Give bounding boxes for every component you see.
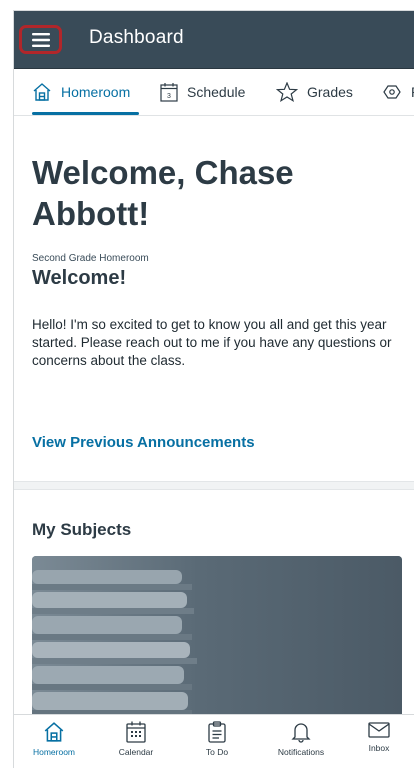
nav-todo[interactable]: To Do — [182, 721, 252, 757]
nav-notifications[interactable]: Notifications — [266, 721, 336, 757]
active-tab-indicator — [32, 112, 139, 115]
hamburger-menu-button[interactable] — [19, 25, 62, 54]
page-title: Dashboard — [89, 27, 184, 48]
announcement-title: Welcome! — [32, 267, 127, 289]
main-content: Welcome, Chase Abbott! Second Grade Home… — [14, 116, 414, 716]
tab-label: Homeroom — [61, 84, 131, 100]
calendar-icon — [126, 721, 146, 743]
resources-icon — [383, 85, 401, 99]
announcement-message: Hello! I'm so excited to get to know you… — [32, 317, 392, 368]
view-previous-announcements-link[interactable]: View Previous Announcements — [32, 434, 255, 451]
welcome-heading: Welcome, Chase Abbott! — [32, 154, 294, 232]
tab-homeroom[interactable]: Homeroom — [32, 69, 130, 115]
svg-text:3: 3 — [167, 93, 171, 100]
nav-label: Inbox — [368, 743, 390, 753]
homeroom-label: Second Grade Homeroom — [32, 253, 149, 264]
app-frame: Dashboard Homeroom 3 Schedule Grades Wel… — [13, 10, 414, 768]
dashboard-tabs: Homeroom 3 Schedule Grades R — [14, 69, 414, 116]
nav-homeroom[interactable]: Homeroom — [19, 721, 89, 757]
nav-label: Notifications — [277, 747, 325, 757]
calendar-icon: 3 — [160, 82, 178, 102]
section-divider — [14, 481, 414, 490]
home-icon — [33, 83, 51, 101]
nav-calendar[interactable]: Calendar — [101, 721, 171, 757]
nav-label: Calendar — [118, 747, 154, 757]
tab-resources[interactable]: R — [382, 69, 414, 115]
subject-card-image — [32, 556, 402, 716]
subject-card[interactable] — [32, 556, 402, 716]
star-icon — [276, 82, 298, 102]
clipboard-icon — [208, 721, 226, 743]
tab-grades[interactable]: Grades — [276, 69, 353, 115]
nav-label: To Do — [205, 747, 229, 757]
hamburger-menu-icon — [31, 32, 50, 47]
nav-inbox[interactable]: Inbox — [344, 721, 414, 753]
bell-icon — [291, 723, 311, 743]
nav-label: Homeroom — [32, 747, 76, 757]
bottom-navigation: Homeroom Calendar To Do Notifications In… — [14, 714, 414, 768]
tab-label: Grades — [307, 84, 353, 100]
top-bar: Dashboard — [14, 11, 414, 69]
envelope-icon — [368, 722, 390, 738]
my-subjects-heading: My Subjects — [32, 520, 132, 539]
tab-schedule[interactable]: 3 Schedule — [160, 69, 245, 115]
tab-label: Schedule — [187, 84, 246, 100]
home-icon — [44, 722, 64, 742]
